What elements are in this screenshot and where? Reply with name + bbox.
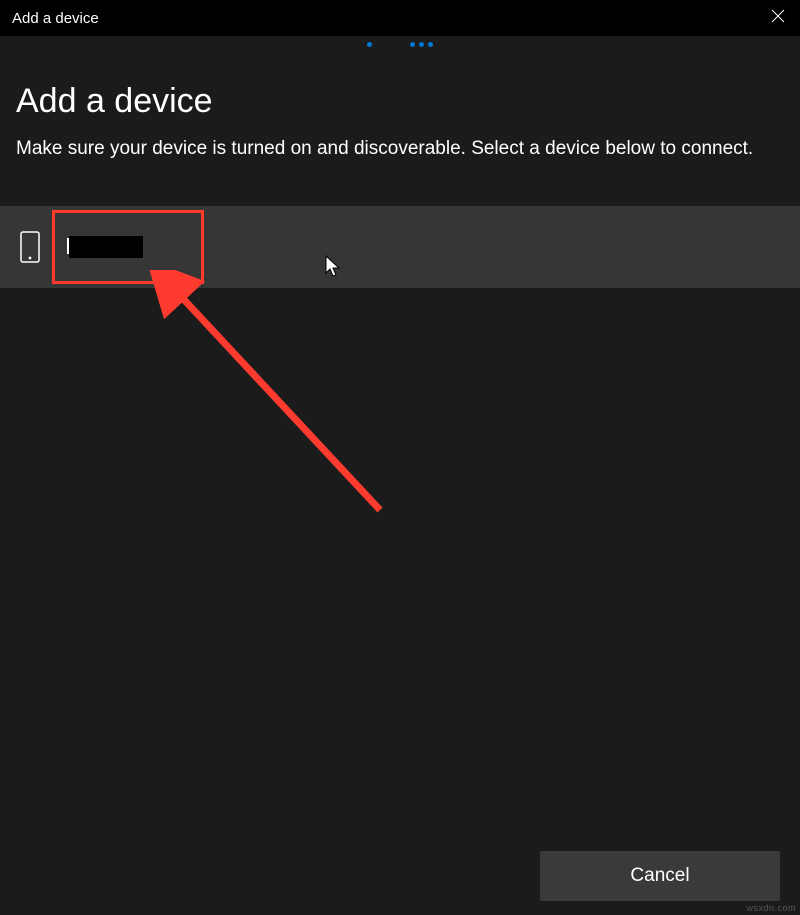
dialog-subheading: Make sure your device is turned on and d… — [16, 135, 784, 164]
loading-dot — [410, 42, 415, 47]
watermark: wsxdn.com — [746, 903, 796, 913]
dialog-content: Add a device Make sure your device is tu… — [0, 52, 800, 164]
device-name-redacted — [69, 236, 143, 258]
close-icon — [771, 9, 785, 28]
loading-dot — [419, 42, 424, 47]
dialog-footer: Cancel — [540, 851, 780, 901]
window-title: Add a device — [12, 10, 99, 27]
loading-dot — [428, 42, 433, 47]
device-list-item[interactable] — [0, 206, 800, 288]
loading-dot — [367, 42, 372, 47]
annotation-arrow — [130, 270, 410, 540]
dialog-heading: Add a device — [16, 82, 784, 121]
titlebar: Add a device — [0, 0, 800, 36]
close-button[interactable] — [756, 0, 800, 36]
cancel-button[interactable]: Cancel — [540, 851, 780, 901]
phone-icon — [18, 229, 42, 265]
annotation-highlight-box — [52, 210, 204, 284]
loading-indicator — [0, 42, 800, 52]
